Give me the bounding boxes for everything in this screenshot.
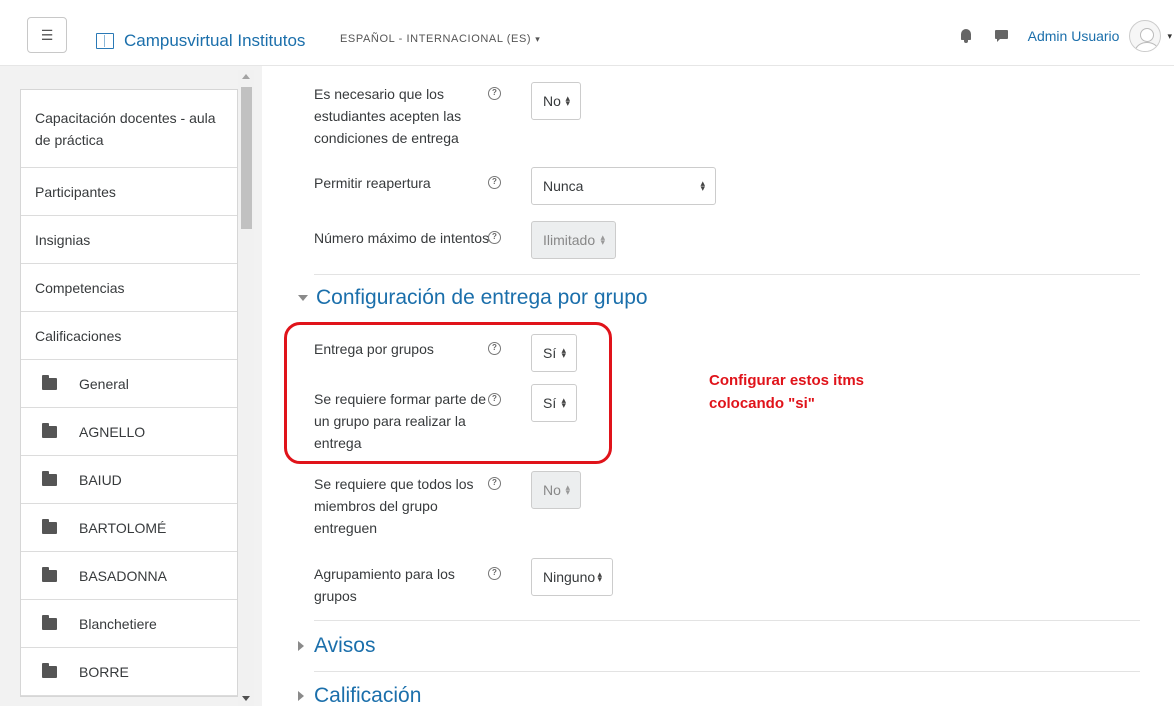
sidebar-item-label: BARTOLOMÉ <box>79 519 167 536</box>
sidebar-item-basadonna[interactable]: BASADONNA <box>21 552 237 600</box>
site-brand-link[interactable]: Campusvirtual Institutos <box>96 31 305 51</box>
hamburger-icon: ☰ <box>40 26 54 43</box>
max-attempts-select: Ilimitado ▴ ▾ <box>531 221 616 259</box>
max-attempts-label: Número máximo de intentos <box>314 230 490 246</box>
reopen-select[interactable]: Nunca ▴ ▾ <box>531 167 716 205</box>
select-value: Ninguno <box>543 569 596 585</box>
language-label: ESPAÑOL - INTERNACIONAL (ES) <box>340 33 532 45</box>
select-value: No <box>543 93 561 109</box>
divider <box>314 620 1140 621</box>
group-submission-section-toggle[interactable]: Configuración de entrega por grupo <box>298 286 648 310</box>
folder-icon <box>42 614 57 630</box>
folder-icon <box>42 422 57 438</box>
folder-icon <box>42 566 57 582</box>
folder-icon <box>42 518 57 534</box>
all-members-label: Se requiere que todos los miembros del g… <box>314 476 474 536</box>
divider <box>314 671 1140 672</box>
expand-triangle-icon <box>298 691 304 701</box>
messages-icon[interactable] <box>994 29 1010 43</box>
accept-conditions-select[interactable]: No ▴ ▾ <box>531 82 581 120</box>
sidebar-item-label: Participantes <box>35 183 116 200</box>
scroll-up-arrow-icon[interactable] <box>242 74 250 79</box>
folder-icon <box>42 374 57 390</box>
sidebar-item-badges[interactable]: Insignias <box>21 216 237 264</box>
select-value: Nunca <box>543 178 584 194</box>
chevron-down-icon: ▾ <box>535 34 541 44</box>
collapse-triangle-icon <box>298 295 308 301</box>
grade-section-toggle[interactable]: Calificación <box>298 684 421 706</box>
red-highlight-box <box>284 322 612 464</box>
sidebar-item-blanchetiere[interactable]: Blanchetiere <box>21 600 237 648</box>
reopen-label: Permitir reapertura <box>314 175 431 191</box>
section-title: Calificación <box>314 684 422 706</box>
accept-conditions-label: Es necesario que los estudiantes acepten… <box>314 86 462 146</box>
notification-bell-icon[interactable] <box>958 28 974 44</box>
section-title: Configuración de entrega por grupo <box>316 286 648 309</box>
menu-toggle-button[interactable]: ☰ <box>27 17 67 53</box>
sidebar-item-borre[interactable]: BORRE <box>21 648 237 696</box>
sidebar-item-label: BORRE <box>79 663 129 680</box>
all-members-select: No ▴ ▾ <box>531 471 581 509</box>
sidebar-item-competencies[interactable]: Competencias <box>21 264 237 312</box>
annotation-note: Configurar estos itms colocando "si" <box>709 372 865 412</box>
sidebar-item-baiud[interactable]: BAIUD <box>21 456 237 504</box>
grouping-label: Agrupamiento para los grupos <box>314 566 455 604</box>
scrollbar-thumb[interactable] <box>241 87 252 229</box>
select-value: Ilimitado <box>543 232 596 248</box>
select-arrows-icon: ▴ ▾ <box>600 232 605 247</box>
site-name: Campusvirtual Institutos <box>124 31 306 50</box>
scroll-down-arrow-icon[interactable] <box>242 696 250 701</box>
sidebar-item-general[interactable]: General <box>21 360 237 408</box>
help-icon[interactable]: ? <box>488 477 501 490</box>
select-arrows-icon: ▴ ▾ <box>565 482 570 497</box>
select-value: No <box>543 482 561 498</box>
user-name[interactable]: Admin Usuario <box>1028 28 1120 44</box>
sidebar-item-label: General <box>79 375 129 392</box>
sidebar-item-agnello[interactable]: AGNELLO <box>21 408 237 456</box>
help-icon[interactable]: ? <box>488 176 501 189</box>
language-menu[interactable]: ESPAÑOL - INTERNACIONAL (ES) ▾ <box>340 33 540 45</box>
select-arrows-icon: ▴ ▾ <box>565 93 570 108</box>
folder-icon <box>42 470 57 486</box>
sidebar-item-course[interactable]: Capacitación docentes - aula de práctica <box>21 90 237 168</box>
book-icon <box>96 33 114 49</box>
notices-section-toggle[interactable]: Avisos <box>298 634 375 658</box>
select-arrows-icon: ▴ ▾ <box>597 569 602 584</box>
help-icon[interactable]: ? <box>488 87 501 100</box>
grouping-select[interactable]: Ninguno ▴ ▾ <box>531 558 613 596</box>
avatar[interactable] <box>1129 20 1162 52</box>
sidebar-item-label: BASADONNA <box>79 567 167 584</box>
sidebar-item-label: AGNELLO <box>79 423 146 440</box>
drawer-list: Capacitación docentes - aula de práctica… <box>20 89 238 697</box>
sidebar-item-label: Blanchetiere <box>79 615 157 632</box>
sidebar-item-participants[interactable]: Participantes <box>21 168 237 216</box>
top-navbar: ☰ Campusvirtual Institutos ESPAÑOL - INT… <box>0 0 1174 66</box>
sidebar-item-grades[interactable]: Calificaciones <box>21 312 237 360</box>
sidebar-item-label: Capacitación docentes - aula de práctica <box>35 109 216 148</box>
sidebar-item-label: Competencias <box>35 279 125 296</box>
sidebar-scrollbar[interactable] <box>238 70 254 706</box>
section-title: Avisos <box>314 634 376 657</box>
divider <box>314 274 1140 275</box>
help-icon[interactable]: ? <box>488 567 501 580</box>
user-menu-chevron-icon[interactable]: ▾ <box>1167 31 1172 42</box>
nav-drawer: Capacitación docentes - aula de práctica… <box>0 66 262 706</box>
sidebar-item-bartolome[interactable]: BARTOLOMÉ <box>21 504 237 552</box>
sidebar-item-label: Insignias <box>35 231 91 248</box>
sidebar-item-label: BAIUD <box>79 471 122 488</box>
folder-icon <box>42 662 57 678</box>
sidebar-item-label: Calificaciones <box>35 327 122 344</box>
select-arrows-icon: ▴ ▾ <box>700 178 705 193</box>
expand-triangle-icon <box>298 641 304 651</box>
help-icon[interactable]: ? <box>488 231 501 244</box>
